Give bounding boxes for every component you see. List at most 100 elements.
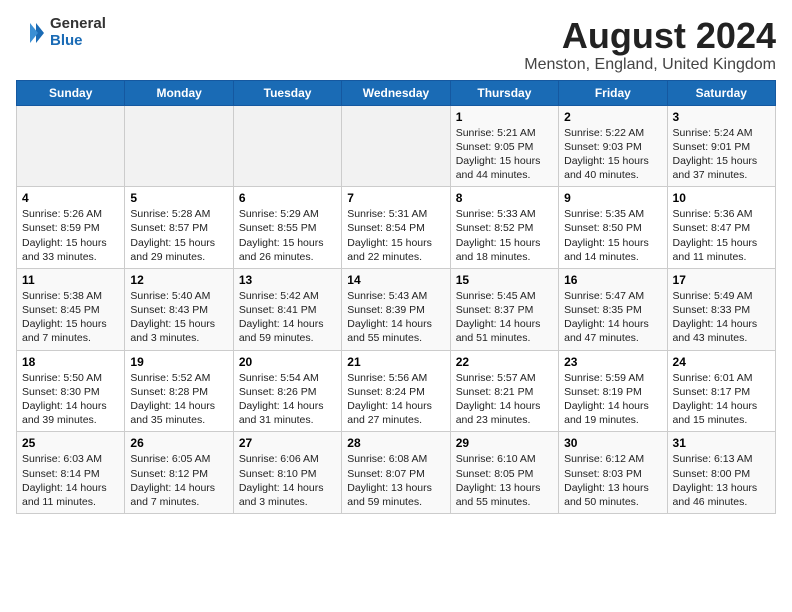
day-detail: Sunrise: 6:13 AMSunset: 8:00 PMDaylight:… bbox=[673, 452, 770, 509]
day-number: 3 bbox=[673, 110, 770, 124]
day-number: 21 bbox=[347, 355, 444, 369]
calendar-cell: 7 Sunrise: 5:31 AMSunset: 8:54 PMDaylight… bbox=[342, 187, 450, 269]
day-detail: Sunrise: 5:31 AMSunset: 8:54 PMDaylight:… bbox=[347, 207, 444, 264]
day-number: 16 bbox=[564, 273, 661, 287]
calendar-cell: 4 Sunrise: 5:26 AMSunset: 8:59 PMDaylight… bbox=[17, 187, 125, 269]
day-number: 8 bbox=[456, 191, 553, 205]
day-number: 5 bbox=[130, 191, 227, 205]
calendar-cell: 1Sunrise: 5:21 AMSunset: 9:05 PMDaylight… bbox=[450, 105, 558, 187]
day-detail: Sunrise: 6:03 AMSunset: 8:14 PMDaylight:… bbox=[22, 452, 119, 509]
logo-blue-text: Blue bbox=[50, 33, 106, 50]
calendar-week-4: 18Sunrise: 5:50 AMSunset: 8:30 PMDayligh… bbox=[17, 350, 776, 432]
calendar-cell: 29 Sunrise: 6:10 AMSunset: 8:05 PMDayligh… bbox=[450, 432, 558, 514]
calendar-cell: 28Sunrise: 6:08 AMSunset: 8:07 PMDayligh… bbox=[342, 432, 450, 514]
day-number: 20 bbox=[239, 355, 336, 369]
calendar-cell: 16 Sunrise: 5:47 AMSunset: 8:35 PMDayligh… bbox=[559, 268, 667, 350]
day-detail: Sunrise: 6:08 AMSunset: 8:07 PMDaylight:… bbox=[347, 452, 444, 509]
day-detail: Sunrise: 5:21 AMSunset: 9:05 PMDaylight:… bbox=[456, 126, 553, 183]
calendar-cell: 15 Sunrise: 5:45 AMSunset: 8:37 PMDayligh… bbox=[450, 268, 558, 350]
calendar-cell: 24Sunrise: 6:01 AMSunset: 8:17 PMDayligh… bbox=[667, 350, 775, 432]
calendar-cell: 20 Sunrise: 5:54 AMSunset: 8:26 PMDayligh… bbox=[233, 350, 341, 432]
day-number: 17 bbox=[673, 273, 770, 287]
day-number: 31 bbox=[673, 436, 770, 450]
calendar-cell: 10 Sunrise: 5:36 AMSunset: 8:47 PMDayligh… bbox=[667, 187, 775, 269]
calendar-cell: 30Sunrise: 6:12 AMSunset: 8:03 PMDayligh… bbox=[559, 432, 667, 514]
calendar-cell: 5 Sunrise: 5:28 AMSunset: 8:57 PMDaylight… bbox=[125, 187, 233, 269]
calendar-cell: 3Sunrise: 5:24 AMSunset: 9:01 PMDaylight… bbox=[667, 105, 775, 187]
day-number: 11 bbox=[22, 273, 119, 287]
day-detail: Sunrise: 5:35 AMSunset: 8:50 PMDaylight:… bbox=[564, 207, 661, 264]
day-detail: Sunrise: 6:01 AMSunset: 8:17 PMDaylight:… bbox=[673, 371, 770, 428]
day-number: 15 bbox=[456, 273, 553, 287]
day-detail: Sunrise: 5:50 AMSunset: 8:30 PMDaylight:… bbox=[22, 371, 119, 428]
calendar-cell: 9 Sunrise: 5:35 AMSunset: 8:50 PMDaylight… bbox=[559, 187, 667, 269]
day-number: 19 bbox=[130, 355, 227, 369]
title-block: August 2024 Menston, England, United Kin… bbox=[524, 16, 776, 74]
calendar-cell: 26Sunrise: 6:05 AMSunset: 8:12 PMDayligh… bbox=[125, 432, 233, 514]
calendar-cell: 12 Sunrise: 5:40 AMSunset: 8:43 PMDayligh… bbox=[125, 268, 233, 350]
logo-icon bbox=[16, 19, 44, 47]
day-detail: Sunrise: 5:52 AMSunset: 8:28 PMDaylight:… bbox=[130, 371, 227, 428]
day-detail: Sunrise: 5:38 AMSunset: 8:45 PMDaylight:… bbox=[22, 289, 119, 346]
calendar-cell bbox=[125, 105, 233, 187]
calendar-cell: 27Sunrise: 6:06 AMSunset: 8:10 PMDayligh… bbox=[233, 432, 341, 514]
calendar-cell: 31 Sunrise: 6:13 AMSunset: 8:00 PMDayligh… bbox=[667, 432, 775, 514]
day-number: 7 bbox=[347, 191, 444, 205]
calendar-cell bbox=[342, 105, 450, 187]
calendar-cell: 17 Sunrise: 5:49 AMSunset: 8:33 PMDayligh… bbox=[667, 268, 775, 350]
day-detail: Sunrise: 6:06 AMSunset: 8:10 PMDaylight:… bbox=[239, 452, 336, 509]
day-detail: Sunrise: 5:49 AMSunset: 8:33 PMDaylight:… bbox=[673, 289, 770, 346]
day-detail: Sunrise: 5:42 AMSunset: 8:41 PMDaylight:… bbox=[239, 289, 336, 346]
weekday-header-monday: Monday bbox=[125, 80, 233, 105]
calendar-cell bbox=[17, 105, 125, 187]
day-detail: Sunrise: 5:47 AMSunset: 8:35 PMDaylight:… bbox=[564, 289, 661, 346]
calendar-cell: 21Sunrise: 5:56 AMSunset: 8:24 PMDayligh… bbox=[342, 350, 450, 432]
day-number: 10 bbox=[673, 191, 770, 205]
calendar-body: 1Sunrise: 5:21 AMSunset: 9:05 PMDaylight… bbox=[17, 105, 776, 513]
calendar-cell bbox=[233, 105, 341, 187]
day-detail: Sunrise: 5:36 AMSunset: 8:47 PMDaylight:… bbox=[673, 207, 770, 264]
calendar-cell: 25 Sunrise: 6:03 AMSunset: 8:14 PMDayligh… bbox=[17, 432, 125, 514]
day-number: 26 bbox=[130, 436, 227, 450]
weekday-header-saturday: Saturday bbox=[667, 80, 775, 105]
calendar-cell: 8 Sunrise: 5:33 AMSunset: 8:52 PMDaylight… bbox=[450, 187, 558, 269]
weekday-header-row: SundayMondayTuesdayWednesdayThursdayFrid… bbox=[17, 80, 776, 105]
day-detail: Sunrise: 5:29 AMSunset: 8:55 PMDaylight:… bbox=[239, 207, 336, 264]
logo: General Blue bbox=[16, 16, 106, 49]
calendar-week-3: 11 Sunrise: 5:38 AMSunset: 8:45 PMDayligh… bbox=[17, 268, 776, 350]
calendar-week-1: 1Sunrise: 5:21 AMSunset: 9:05 PMDaylight… bbox=[17, 105, 776, 187]
calendar-cell: 13Sunrise: 5:42 AMSunset: 8:41 PMDayligh… bbox=[233, 268, 341, 350]
calendar-cell: 11 Sunrise: 5:38 AMSunset: 8:45 PMDayligh… bbox=[17, 268, 125, 350]
weekday-header-tuesday: Tuesday bbox=[233, 80, 341, 105]
day-number: 12 bbox=[130, 273, 227, 287]
day-detail: Sunrise: 6:12 AMSunset: 8:03 PMDaylight:… bbox=[564, 452, 661, 509]
day-number: 4 bbox=[22, 191, 119, 205]
day-number: 22 bbox=[456, 355, 553, 369]
day-number: 25 bbox=[22, 436, 119, 450]
weekday-header-wednesday: Wednesday bbox=[342, 80, 450, 105]
day-number: 14 bbox=[347, 273, 444, 287]
day-number: 23 bbox=[564, 355, 661, 369]
calendar-table: SundayMondayTuesdayWednesdayThursdayFrid… bbox=[16, 80, 776, 514]
day-detail: Sunrise: 5:45 AMSunset: 8:37 PMDaylight:… bbox=[456, 289, 553, 346]
day-number: 2 bbox=[564, 110, 661, 124]
day-number: 29 bbox=[456, 436, 553, 450]
logo-text: General Blue bbox=[50, 16, 106, 49]
day-number: 9 bbox=[564, 191, 661, 205]
day-detail: Sunrise: 5:28 AMSunset: 8:57 PMDaylight:… bbox=[130, 207, 227, 264]
calendar-cell: 14Sunrise: 5:43 AMSunset: 8:39 PMDayligh… bbox=[342, 268, 450, 350]
day-detail: Sunrise: 5:26 AMSunset: 8:59 PMDaylight:… bbox=[22, 207, 119, 264]
calendar-cell: 22Sunrise: 5:57 AMSunset: 8:21 PMDayligh… bbox=[450, 350, 558, 432]
day-detail: Sunrise: 5:40 AMSunset: 8:43 PMDaylight:… bbox=[130, 289, 227, 346]
day-number: 6 bbox=[239, 191, 336, 205]
day-detail: Sunrise: 5:22 AMSunset: 9:03 PMDaylight:… bbox=[564, 126, 661, 183]
calendar-week-5: 25 Sunrise: 6:03 AMSunset: 8:14 PMDayligh… bbox=[17, 432, 776, 514]
day-detail: Sunrise: 5:33 AMSunset: 8:52 PMDaylight:… bbox=[456, 207, 553, 264]
day-detail: Sunrise: 6:10 AMSunset: 8:05 PMDaylight:… bbox=[456, 452, 553, 509]
calendar-cell: 6 Sunrise: 5:29 AMSunset: 8:55 PMDaylight… bbox=[233, 187, 341, 269]
calendar-cell: 23Sunrise: 5:59 AMSunset: 8:19 PMDayligh… bbox=[559, 350, 667, 432]
day-detail: Sunrise: 5:54 AMSunset: 8:26 PMDaylight:… bbox=[239, 371, 336, 428]
calendar-cell: 19 Sunrise: 5:52 AMSunset: 8:28 PMDayligh… bbox=[125, 350, 233, 432]
logo-general-text: General bbox=[50, 16, 106, 33]
weekday-header-thursday: Thursday bbox=[450, 80, 558, 105]
